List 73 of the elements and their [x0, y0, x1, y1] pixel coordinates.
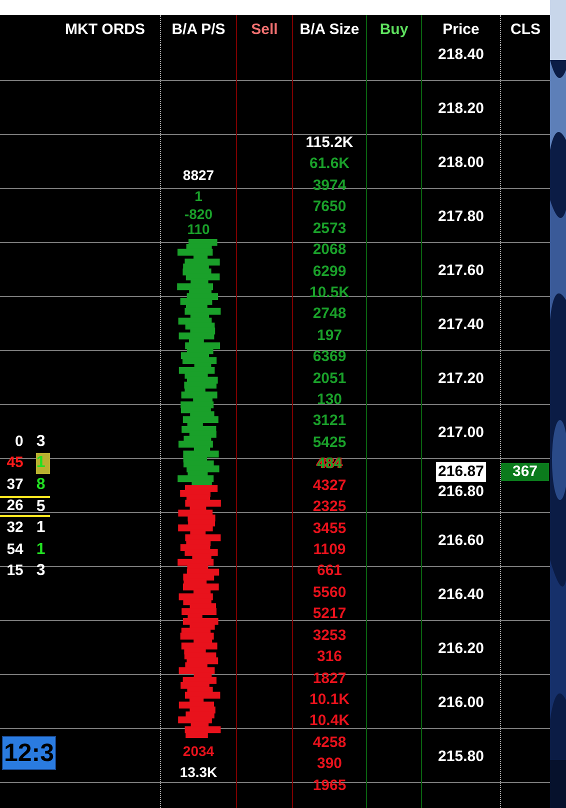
size-value: 5217 [312, 604, 348, 624]
size-value: 10.4K [308, 711, 351, 732]
size-value: 3253 [312, 626, 348, 646]
order-count: 3 [36, 563, 46, 580]
price-level: 218.20 [437, 99, 485, 119]
size-value: 6299 [312, 262, 348, 282]
size-value: 1109 [312, 540, 347, 560]
column-header: CLS [510, 20, 540, 40]
size-value: 2573 [312, 218, 348, 239]
column-header: Buy [380, 20, 408, 40]
order-count: 54 [6, 540, 24, 560]
column-header: Price [442, 20, 480, 40]
size-value: 7650 [312, 197, 348, 218]
price-level: 218.40 [437, 45, 485, 65]
position-value: 2034 [182, 742, 216, 761]
size-value: 130 [316, 390, 344, 410]
close-value: 367 [501, 463, 549, 481]
order-count: 5 [36, 498, 46, 515]
size-value: 10.1K [308, 690, 351, 710]
size-value: 6369 [312, 347, 348, 368]
size-value: 484 [316, 454, 344, 474]
price-level: 216.60 [437, 531, 485, 551]
column-header: B/A P/S [172, 20, 226, 40]
price-level: 216.80 [437, 482, 485, 502]
size-value: 316 [316, 647, 344, 668]
order-count: 0 [14, 432, 24, 452]
size-value: 4258 [312, 732, 348, 753]
order-count: 1 [36, 542, 46, 558]
price-level: 217.20 [437, 369, 485, 389]
order-count: 15 [6, 561, 24, 582]
size-value: 61.6K [308, 154, 351, 174]
size-value: 661 [316, 561, 344, 582]
position-value: 8827 [182, 166, 216, 185]
price-level: 217.60 [437, 261, 485, 281]
price-level: 218.00 [437, 153, 485, 173]
position-value: 13.3K [178, 763, 218, 782]
price-level: 215.80 [437, 747, 485, 767]
size-value: 3121 [312, 411, 348, 432]
size-value: 115.2K [304, 133, 354, 153]
size-value: 5560 [312, 582, 348, 603]
price-level: 217.00 [437, 423, 485, 443]
size-value: 1965 [312, 776, 348, 796]
price-level: 216.00 [437, 693, 485, 713]
position-value: 1 [194, 187, 204, 206]
size-value: 2325 [312, 497, 348, 518]
order-count: 1 [36, 455, 46, 472]
price-level: 217.40 [437, 315, 485, 335]
order-count: 8 [36, 476, 46, 493]
size-value: 197 [316, 326, 344, 346]
price-level: 216.40 [437, 585, 485, 605]
last-price: 216.87 [436, 462, 486, 482]
column-header: MKT ORDS [65, 20, 145, 40]
size-value: 2051 [312, 368, 348, 389]
price-level: 217.80 [437, 207, 485, 227]
timer-display: 12:3 [2, 736, 56, 770]
order-count: 37 [6, 474, 24, 495]
order-count: 1 [36, 520, 46, 536]
order-count: 3 [36, 434, 46, 450]
size-value: 5425 [312, 432, 348, 453]
size-value: 4327 [312, 476, 348, 496]
size-value: 2068 [312, 240, 348, 260]
position-value: 110 [186, 222, 211, 237]
size-value: 390 [316, 754, 344, 774]
order-count: 32 [6, 518, 24, 538]
order-count: 45 [6, 453, 24, 474]
column-header: Sell [251, 20, 278, 40]
order-count: 26 [6, 496, 24, 516]
size-value: 1827 [312, 668, 348, 689]
column-header: B/A Size [300, 20, 360, 40]
size-value: 2748 [312, 304, 348, 324]
position-value: -820 [183, 207, 214, 222]
size-value: 3455 [312, 518, 348, 539]
price-level: 216.20 [437, 639, 485, 659]
